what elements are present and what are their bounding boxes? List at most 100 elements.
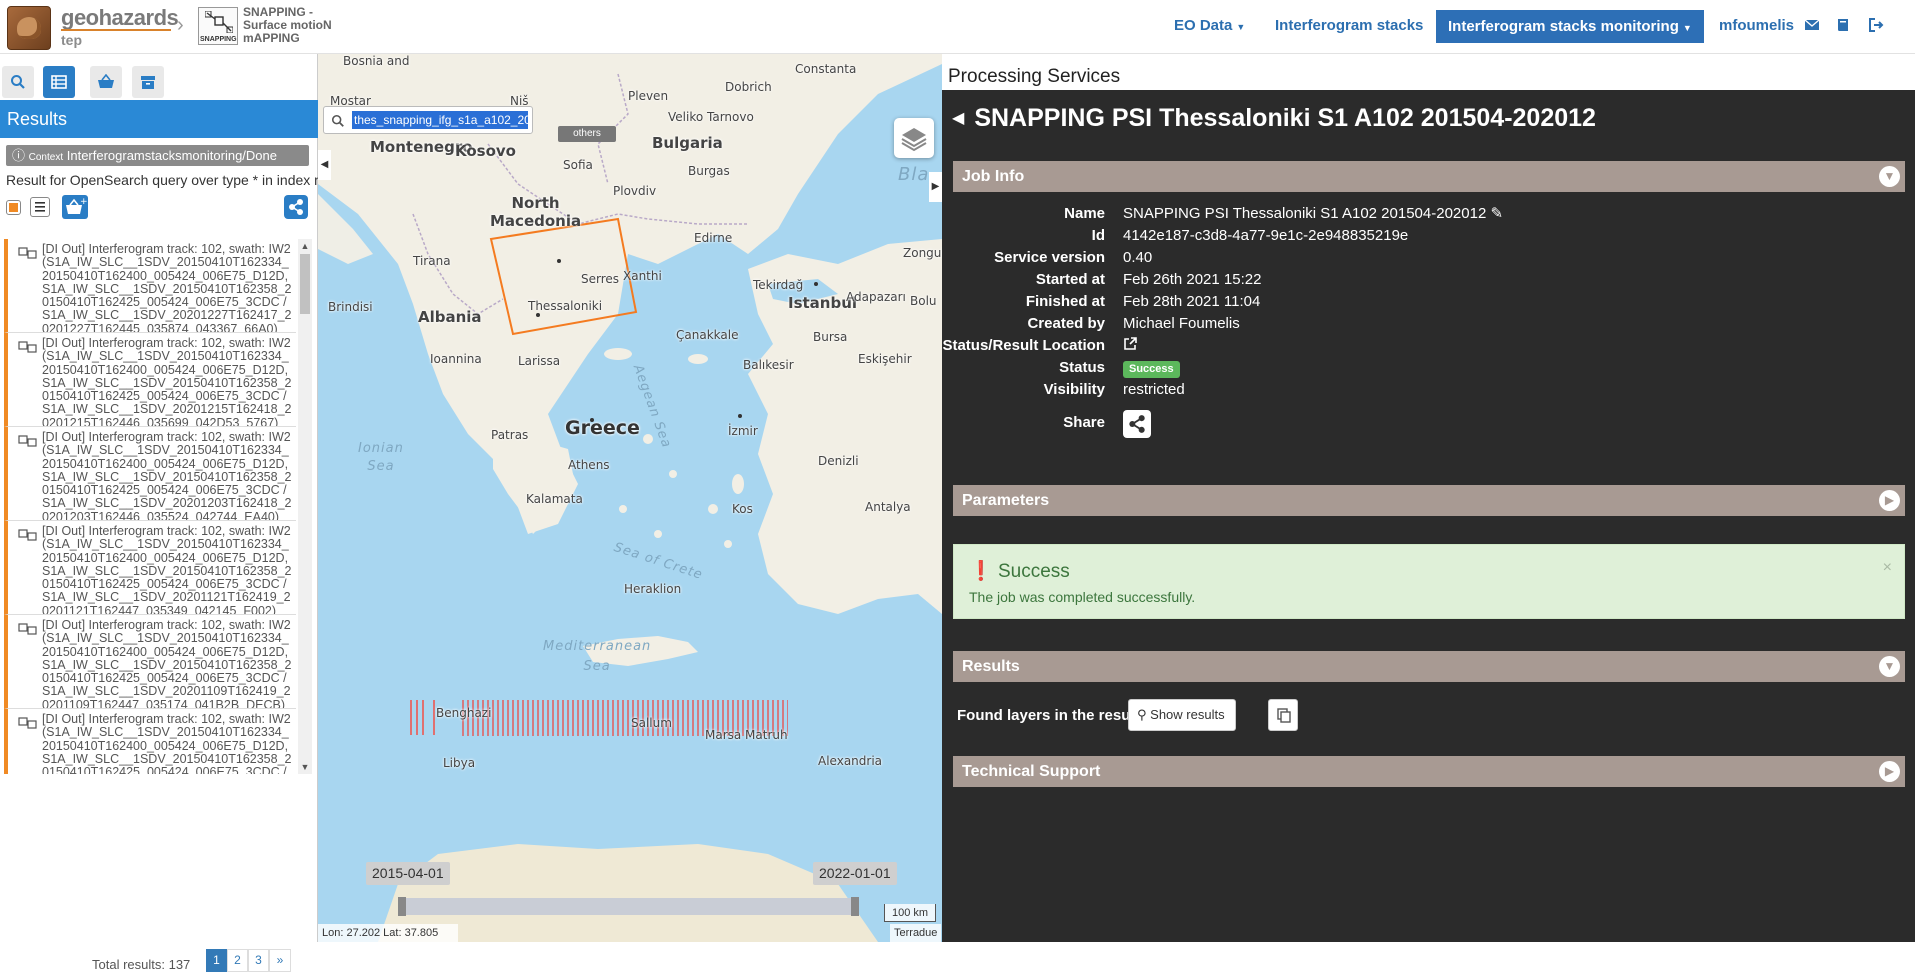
page-1[interactable]: 1 — [206, 949, 227, 972]
copy-button[interactable] — [1268, 699, 1298, 731]
list-item[interactable]: [DI Out] Interferogram track: 102, swath… — [4, 615, 296, 709]
list-item-title: [DI Out] Interferogram track: 102, swath… — [42, 336, 292, 427]
sign-out-icon[interactable] — [1868, 17, 1886, 35]
nav-user[interactable]: mfoumelis — [1719, 0, 1794, 54]
map-label-edirne: Edirne — [694, 231, 733, 245]
show-results-button[interactable]: ⚲ Show results — [1128, 699, 1236, 731]
add-to-basket-button[interactable]: + — [62, 195, 88, 219]
nav-eo-data[interactable]: EO Data ▼ — [1174, 0, 1245, 54]
list-item[interactable]: [DI Out] Interferogram track: 102, swath… — [4, 333, 296, 427]
timeline-start-handle[interactable] — [398, 897, 406, 916]
results-scrollbar[interactable]: ▲ ▼ — [298, 239, 312, 774]
chevron-right-icon[interactable]: ▶ — [1879, 761, 1900, 782]
map-label-canakkale: Çanakkale — [676, 328, 739, 342]
map-label-burgas: Burgas — [688, 164, 730, 178]
tab-results-list[interactable] — [43, 66, 75, 98]
brand-underline — [61, 29, 171, 31]
list-item[interactable]: [DI Out] Interferogram track: 102, swath… — [4, 427, 296, 521]
parameters-section[interactable]: Parameters ▶ — [953, 485, 1905, 516]
job-title-text: SNAPPING PSI Thessaloniki S1 A102 201504… — [974, 104, 1596, 132]
share-button[interactable] — [1123, 410, 1151, 438]
others-button[interactable]: others — [558, 126, 616, 142]
collapse-left-icon[interactable]: ◀ — [318, 150, 331, 180]
job-info-label: Job Info — [962, 168, 1025, 185]
map-label-benghazi: Benghazi — [436, 706, 492, 720]
field-share: Share — [942, 414, 1915, 432]
basket-icon — [98, 74, 114, 88]
tab-basket[interactable] — [90, 66, 122, 98]
collapse-right-icon[interactable]: ▶ — [929, 172, 942, 202]
map-label-bursa: Bursa — [813, 330, 848, 344]
back-caret-icon[interactable]: ◀ — [952, 110, 964, 127]
timeline-end-date[interactable]: 2022-01-01 — [813, 862, 897, 885]
map-label-zonguldak: Zonguldak — [903, 246, 942, 260]
map-label-izmir: İzmir — [728, 424, 758, 438]
map-label-adapazari: Adapazarı — [846, 290, 906, 304]
list-view-button[interactable] — [30, 197, 50, 217]
layers-button[interactable] — [894, 118, 934, 158]
page-next[interactable]: » — [269, 949, 291, 972]
close-icon[interactable]: × — [1883, 559, 1892, 577]
envelope-icon[interactable] — [1804, 17, 1822, 35]
map-label-patras: Patras — [491, 428, 529, 442]
map-label-sallum: Sallum — [631, 716, 672, 730]
results-section[interactable]: Results ▼ — [953, 651, 1905, 682]
timeline-start-date[interactable]: 2015-04-01 — [366, 862, 450, 885]
list-item-title: [DI Out] Interferogram track: 102, swath… — [42, 430, 292, 521]
timeline-track[interactable] — [402, 898, 856, 915]
success-head-text: Success — [997, 561, 1070, 582]
list-item[interactable]: [DI Out] Interferogram track: 102, swath… — [4, 709, 296, 774]
map-label-sofia: Sofia — [563, 158, 593, 172]
select-checkbox[interactable] — [6, 200, 21, 215]
chevron-down-icon[interactable]: ▼ — [1879, 656, 1900, 677]
list-item[interactable]: [DI Out] Interferogram track: 102, swath… — [4, 239, 296, 333]
tab-search[interactable] — [2, 66, 34, 98]
pencil-icon[interactable]: ✎ — [1490, 205, 1503, 222]
field-created-by: Created by Michael Foumelis — [942, 315, 1915, 333]
map-label-kos: Kos — [732, 502, 753, 516]
interferogram-icon — [18, 623, 37, 635]
nav-interferogram-stacks[interactable]: Interferogram stacks — [1275, 0, 1423, 54]
status-badge: Success — [1123, 361, 1180, 378]
page-2[interactable]: 2 — [227, 949, 248, 972]
job-info-section[interactable]: Job Info ▼ — [953, 161, 1905, 192]
tab-archive[interactable] — [132, 66, 164, 98]
search-icon — [331, 114, 344, 127]
found-layers-text: Found layers in the result. — [957, 707, 1144, 724]
external-link-icon[interactable] — [1123, 337, 1137, 356]
map-label-albania: Albania — [418, 308, 482, 326]
brand-name[interactable]: geohazards — [61, 5, 179, 31]
geohazards-logo[interactable] — [7, 6, 51, 50]
map-label-alexandria: Alexandria — [818, 754, 883, 768]
field-service-version: Service version 0.40 — [942, 249, 1915, 267]
map-label-balikesir: Balıkesir — [743, 358, 794, 372]
timeline-acquisitions — [410, 700, 435, 735]
scroll-down-icon[interactable]: ▼ — [300, 762, 310, 772]
scroll-up-icon[interactable]: ▲ — [300, 241, 310, 251]
timeline-end-handle[interactable] — [851, 897, 859, 916]
context-bar: ⓘ Context Interferogramstacksmonitoring/… — [6, 145, 309, 166]
map-search[interactable]: thes_snapping_ifg_s1a_a102_20 — [323, 106, 533, 134]
nav-interferogram-stacks-monitoring[interactable]: Interferogram stacks monitoring ▼ — [1436, 10, 1704, 43]
map-label-larissa: Larissa — [518, 354, 561, 368]
basket-plus-icon: + — [66, 197, 88, 214]
app-title: SNAPPING - Surface motioN mAPPING — [243, 5, 332, 45]
list-item[interactable]: [DI Out] Interferogram track: 102, swath… — [4, 521, 296, 615]
map-label-heraklion: Heraklion — [624, 582, 682, 596]
field-version-value: 0.40 — [1123, 249, 1153, 266]
map-search-input[interactable]: thes_snapping_ifg_s1a_a102_20 — [352, 111, 528, 129]
chevron-down-icon[interactable]: ▼ — [1879, 166, 1900, 187]
processing-services-title: Processing Services — [942, 54, 1915, 90]
page-3[interactable]: 3 — [248, 949, 269, 972]
results-label: Results — [962, 658, 1020, 675]
share-list-button[interactable] — [284, 195, 308, 219]
chevron-right-icon[interactable]: ▶ — [1879, 490, 1900, 511]
map-attribution[interactable]: Terradue — [890, 924, 942, 942]
list-item-title: [DI Out] Interferogram track: 102, swath… — [42, 712, 292, 774]
snapping-logo[interactable]: SNAPPING — [198, 7, 238, 45]
map-view[interactable]: Bosnia and Mostar Niš Pleven Veliko Tarn… — [318, 54, 942, 942]
book-icon[interactable] — [1835, 17, 1853, 35]
scroll-thumb[interactable] — [300, 254, 310, 314]
technical-support-section[interactable]: Technical Support ▶ — [953, 756, 1905, 787]
map-label-kalamata: Kalamata — [526, 492, 583, 506]
